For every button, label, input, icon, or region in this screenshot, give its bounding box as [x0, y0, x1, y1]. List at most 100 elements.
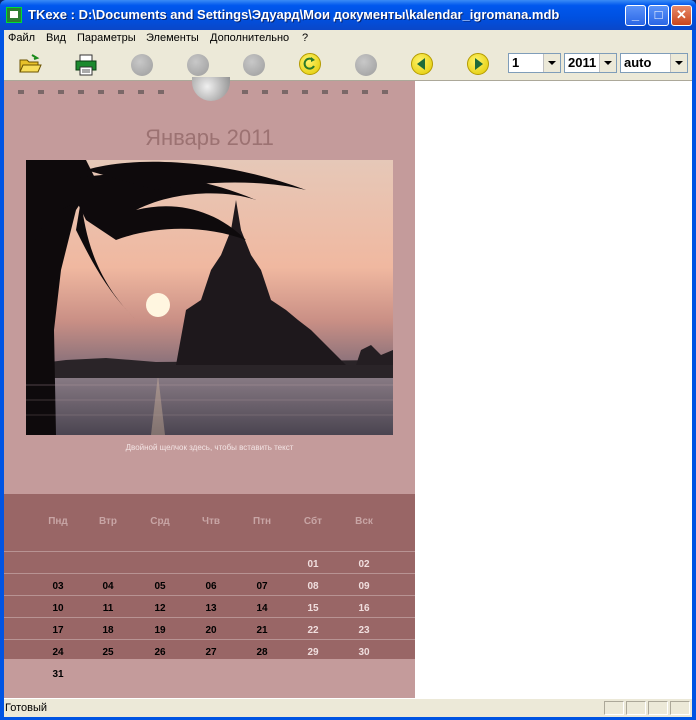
- app-window: TKexe : D:\Documents and Settings\Эдуард…: [0, 0, 696, 720]
- binding-hole: [98, 90, 104, 94]
- day-cell[interactable]: 28: [242, 647, 282, 658]
- calendar-grid: Пнд Втр Срд Чтв Птн Сбт Вск 01 02 03 04: [4, 494, 415, 659]
- status-bar: Готовый: [4, 698, 692, 717]
- day-cell[interactable]: 14: [242, 603, 282, 614]
- day-cell[interactable]: 21: [242, 625, 282, 636]
- status-pane: [604, 701, 624, 715]
- refresh-icon[interactable]: [299, 53, 321, 75]
- day-cell[interactable]: 19: [140, 625, 180, 636]
- day-cell[interactable]: 20: [191, 625, 231, 636]
- disabled-button-icon: [131, 54, 153, 76]
- day-name: Чтв: [201, 516, 221, 527]
- disabled-button-icon: [187, 54, 209, 76]
- close-button[interactable]: ✕: [671, 5, 692, 26]
- menu-view[interactable]: Вид: [46, 32, 66, 44]
- menu-file[interactable]: Файл: [8, 32, 35, 44]
- day-cell[interactable]: 30: [344, 647, 384, 658]
- day-cell[interactable]: 27: [191, 647, 231, 658]
- binding-hole: [302, 90, 308, 94]
- day-cell[interactable]: 23: [344, 625, 384, 636]
- day-name: Вск: [355, 516, 373, 527]
- day-cell[interactable]: 06: [191, 581, 231, 592]
- binding-hole: [262, 90, 268, 94]
- chevron-down-icon[interactable]: [670, 54, 687, 72]
- menu-parameters[interactable]: Параметры: [77, 32, 136, 44]
- day-cell[interactable]: 03: [38, 581, 78, 592]
- day-cell[interactable]: 24: [38, 647, 78, 658]
- binding-hole: [362, 90, 368, 94]
- month-title[interactable]: Январь 2011: [4, 125, 415, 151]
- day-cell[interactable]: 09: [344, 581, 384, 592]
- menu-elements[interactable]: Элементы: [146, 32, 199, 44]
- day-cell[interactable]: 01: [293, 559, 333, 570]
- day-cell[interactable]: 29: [293, 647, 333, 658]
- row-divider: [4, 617, 415, 618]
- day-cell[interactable]: 13: [191, 603, 231, 614]
- day-cell[interactable]: 15: [293, 603, 333, 614]
- photo-caption[interactable]: Двойной щелчок здесь, чтобы вставить тек…: [4, 443, 415, 452]
- disabled-button-icon: [243, 54, 265, 76]
- day-name: Птн: [252, 516, 272, 527]
- month-select[interactable]: 1: [508, 53, 561, 73]
- zoom-select-value: auto: [624, 55, 652, 70]
- day-cell[interactable]: 31: [38, 669, 78, 680]
- day-cell[interactable]: 08: [293, 581, 333, 592]
- day-cell[interactable]: 26: [140, 647, 180, 658]
- binding-hole: [158, 90, 164, 94]
- status-pane: [626, 701, 646, 715]
- client-area: Файл Вид Параметры Элементы Дополнительн…: [4, 30, 692, 717]
- menu-bar: Файл Вид Параметры Элементы Дополнительн…: [4, 30, 692, 47]
- binding-hole: [78, 90, 84, 94]
- day-name: Сбт: [303, 516, 323, 527]
- status-text: Готовый: [5, 702, 48, 714]
- arrow-left-icon[interactable]: [411, 53, 433, 75]
- day-cell[interactable]: 22: [293, 625, 333, 636]
- day-cell[interactable]: 18: [88, 625, 128, 636]
- minimize-button[interactable]: _: [625, 5, 646, 26]
- chevron-down-icon[interactable]: [543, 54, 560, 72]
- binding-hole: [38, 90, 44, 94]
- day-name: Пнд: [48, 516, 68, 527]
- open-folder-icon[interactable]: [18, 53, 42, 77]
- hanger-ring: [192, 77, 230, 101]
- day-cell[interactable]: 07: [242, 581, 282, 592]
- day-cell[interactable]: 10: [38, 603, 78, 614]
- binding-hole: [282, 90, 288, 94]
- window-title: TKexe : D:\Documents and Settings\Эдуард…: [28, 7, 560, 22]
- toolbar: 1 2011 auto: [4, 49, 692, 81]
- day-cell[interactable]: 12: [140, 603, 180, 614]
- day-name: Срд: [150, 516, 170, 527]
- zoom-select[interactable]: auto: [620, 53, 688, 73]
- day-cell[interactable]: 25: [88, 647, 128, 658]
- document-workspace[interactable]: Январь 2011 Двойной щелчок здесь, чтобы …: [4, 77, 692, 698]
- binding-hole: [138, 90, 144, 94]
- printer-icon[interactable]: [74, 53, 98, 77]
- binding-hole: [18, 90, 24, 94]
- row-divider: [4, 573, 415, 574]
- day-cell[interactable]: 02: [344, 559, 384, 570]
- calendar-page[interactable]: Январь 2011 Двойной щелчок здесь, чтобы …: [4, 77, 415, 698]
- row-divider: [4, 595, 415, 596]
- binding-hole: [58, 90, 64, 94]
- binding-hole: [118, 90, 124, 94]
- row-divider: [4, 639, 415, 640]
- arrow-right-icon[interactable]: [467, 53, 489, 75]
- maximize-button[interactable]: □: [648, 5, 669, 26]
- disabled-button-icon: [355, 54, 377, 76]
- binding-hole: [342, 90, 348, 94]
- title-bar[interactable]: TKexe : D:\Documents and Settings\Эдуард…: [0, 0, 696, 30]
- year-select[interactable]: 2011: [564, 53, 617, 73]
- year-select-value: 2011: [568, 55, 597, 70]
- calendar-photo[interactable]: [26, 160, 393, 435]
- day-cell[interactable]: 11: [88, 603, 128, 614]
- month-select-value: 1: [512, 55, 520, 70]
- menu-additional[interactable]: Дополнительно: [210, 32, 289, 44]
- day-cell[interactable]: 04: [88, 581, 128, 592]
- day-name: Втр: [98, 516, 118, 527]
- day-cell[interactable]: 17: [38, 625, 78, 636]
- day-cell[interactable]: 05: [140, 581, 180, 592]
- menu-help[interactable]: ?: [302, 32, 308, 44]
- app-icon: [6, 7, 22, 23]
- chevron-down-icon[interactable]: [599, 54, 616, 72]
- day-cell[interactable]: 16: [344, 603, 384, 614]
